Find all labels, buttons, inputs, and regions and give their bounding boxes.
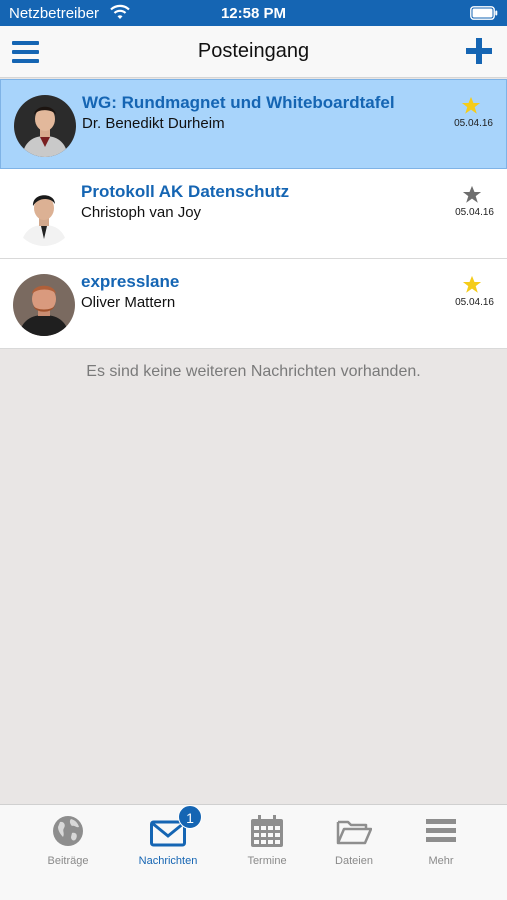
unread-badge: 1 <box>178 805 202 829</box>
tab-beitraege[interactable]: Beiträge <box>18 805 118 900</box>
status-bar: Netzbetreiber 12:58 PM <box>0 0 507 26</box>
message-sender: Christoph van Joy <box>81 204 202 221</box>
tab-label: Termine <box>247 855 287 867</box>
message-row[interactable]: WG: Rundmagnet und Whiteboardtafel Dr. B… <box>0 79 507 169</box>
globe-icon <box>53 816 83 846</box>
message-date: 05.04.16 <box>454 118 493 129</box>
message-subject: Protokoll AK Datenschutz <box>81 182 290 201</box>
tab-dateien[interactable]: Dateien <box>304 805 404 900</box>
message-list: WG: Rundmagnet und Whiteboardtafel Dr. B… <box>0 79 507 349</box>
message-subject: WG: Rundmagnet und Whiteboardtafel <box>82 93 395 112</box>
message-date: 05.04.16 <box>455 297 494 308</box>
tab-mehr[interactable]: Mehr <box>391 805 491 900</box>
message-date: 05.04.16 <box>455 207 494 218</box>
folder-icon <box>336 820 372 845</box>
tab-label: Nachrichten <box>138 855 198 867</box>
page-title: Posteingang <box>197 40 310 62</box>
tab-termine[interactable]: Termine <box>217 805 317 900</box>
compose-plus-button[interactable] <box>466 38 492 64</box>
menu-icon <box>426 819 456 842</box>
tab-bar: Beiträge 1 Nachrichten Termine Dateien M… <box>0 804 507 900</box>
star-icon[interactable] <box>462 185 482 204</box>
message-sender: Oliver Mattern <box>81 294 176 311</box>
message-subject: expresslane <box>81 272 180 291</box>
empty-list-note: Es sind keine weiteren Nachrichten vorha… <box>86 363 421 380</box>
message-sender: Dr. Benedikt Durheim <box>82 115 225 132</box>
status-time: 12:58 PM <box>220 5 287 22</box>
tab-label: Beiträge <box>47 855 89 867</box>
navigation-bar: Posteingang <box>0 26 507 78</box>
tab-label: Dateien <box>335 855 373 867</box>
star-icon[interactable] <box>461 96 481 115</box>
avatar <box>14 95 76 157</box>
avatar <box>13 274 75 336</box>
tab-nachrichten[interactable]: 1 Nachrichten <box>118 805 218 900</box>
calendar-icon <box>251 815 283 847</box>
battery-icon <box>470 6 498 20</box>
star-icon[interactable] <box>462 275 482 294</box>
message-row[interactable]: expresslane Oliver Mattern 05.04.16 <box>0 259 507 349</box>
message-row[interactable]: Protokoll AK Datenschutz Christoph van J… <box>0 169 507 259</box>
tab-label: Mehr <box>428 855 454 867</box>
avatar <box>13 184 75 246</box>
